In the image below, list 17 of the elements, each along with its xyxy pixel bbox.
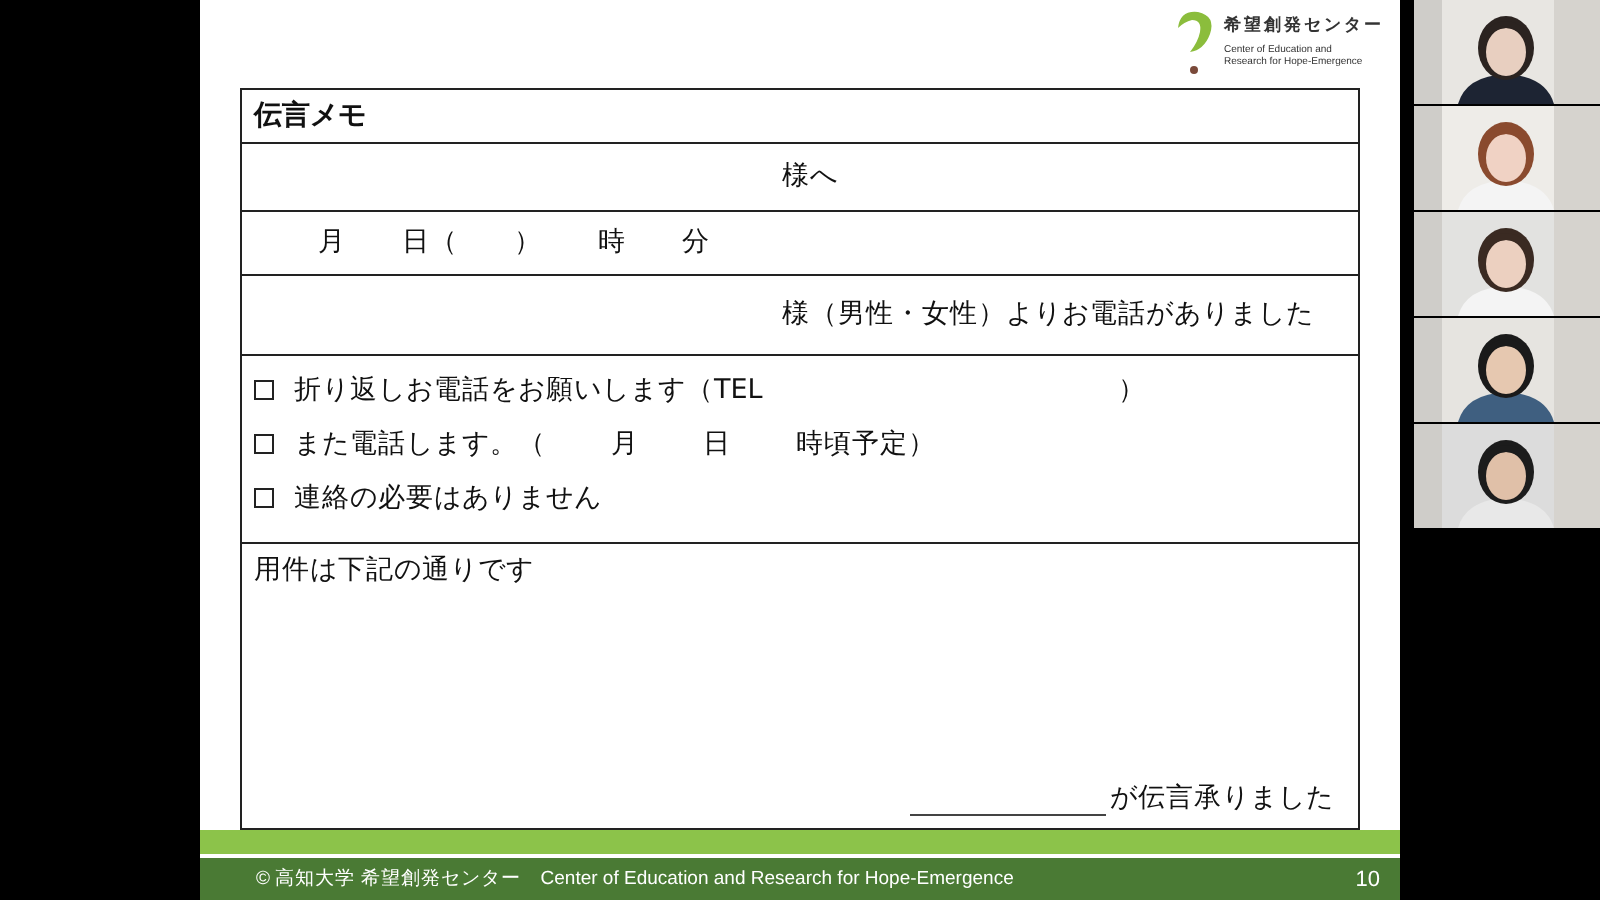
logo-icon xyxy=(1172,8,1216,76)
option-label: 折り返しお電話をお願いします（TEL xyxy=(294,371,763,408)
option-label: 連絡の必要はありません xyxy=(294,479,602,516)
option-label: また電話します。（ 月 日 時頃予定） xyxy=(294,425,936,462)
recipient-label: 様へ xyxy=(780,158,840,195)
checkbox[interactable] xyxy=(254,487,274,508)
footer-credit: © 高知大学 希望創発センター Center of Education and Research for Hope-Emergence xyxy=(256,866,1014,892)
message-label: 用件は下記の通りです xyxy=(254,552,536,589)
caller-label: 様（男性・女性）よりお電話がありました xyxy=(780,296,1316,333)
checkbox[interactable] xyxy=(254,433,274,454)
taker-label: が伝言承りました xyxy=(1110,780,1334,816)
option-closing: ） xyxy=(1118,371,1146,408)
datetime-label: 月 日（ ） 時 分 xyxy=(316,224,712,261)
page-number: 10 xyxy=(1355,867,1380,891)
checkbox[interactable] xyxy=(254,379,274,400)
logo-name: 希望創発センター xyxy=(1224,14,1384,38)
memo-title: 伝言メモ xyxy=(254,97,368,134)
